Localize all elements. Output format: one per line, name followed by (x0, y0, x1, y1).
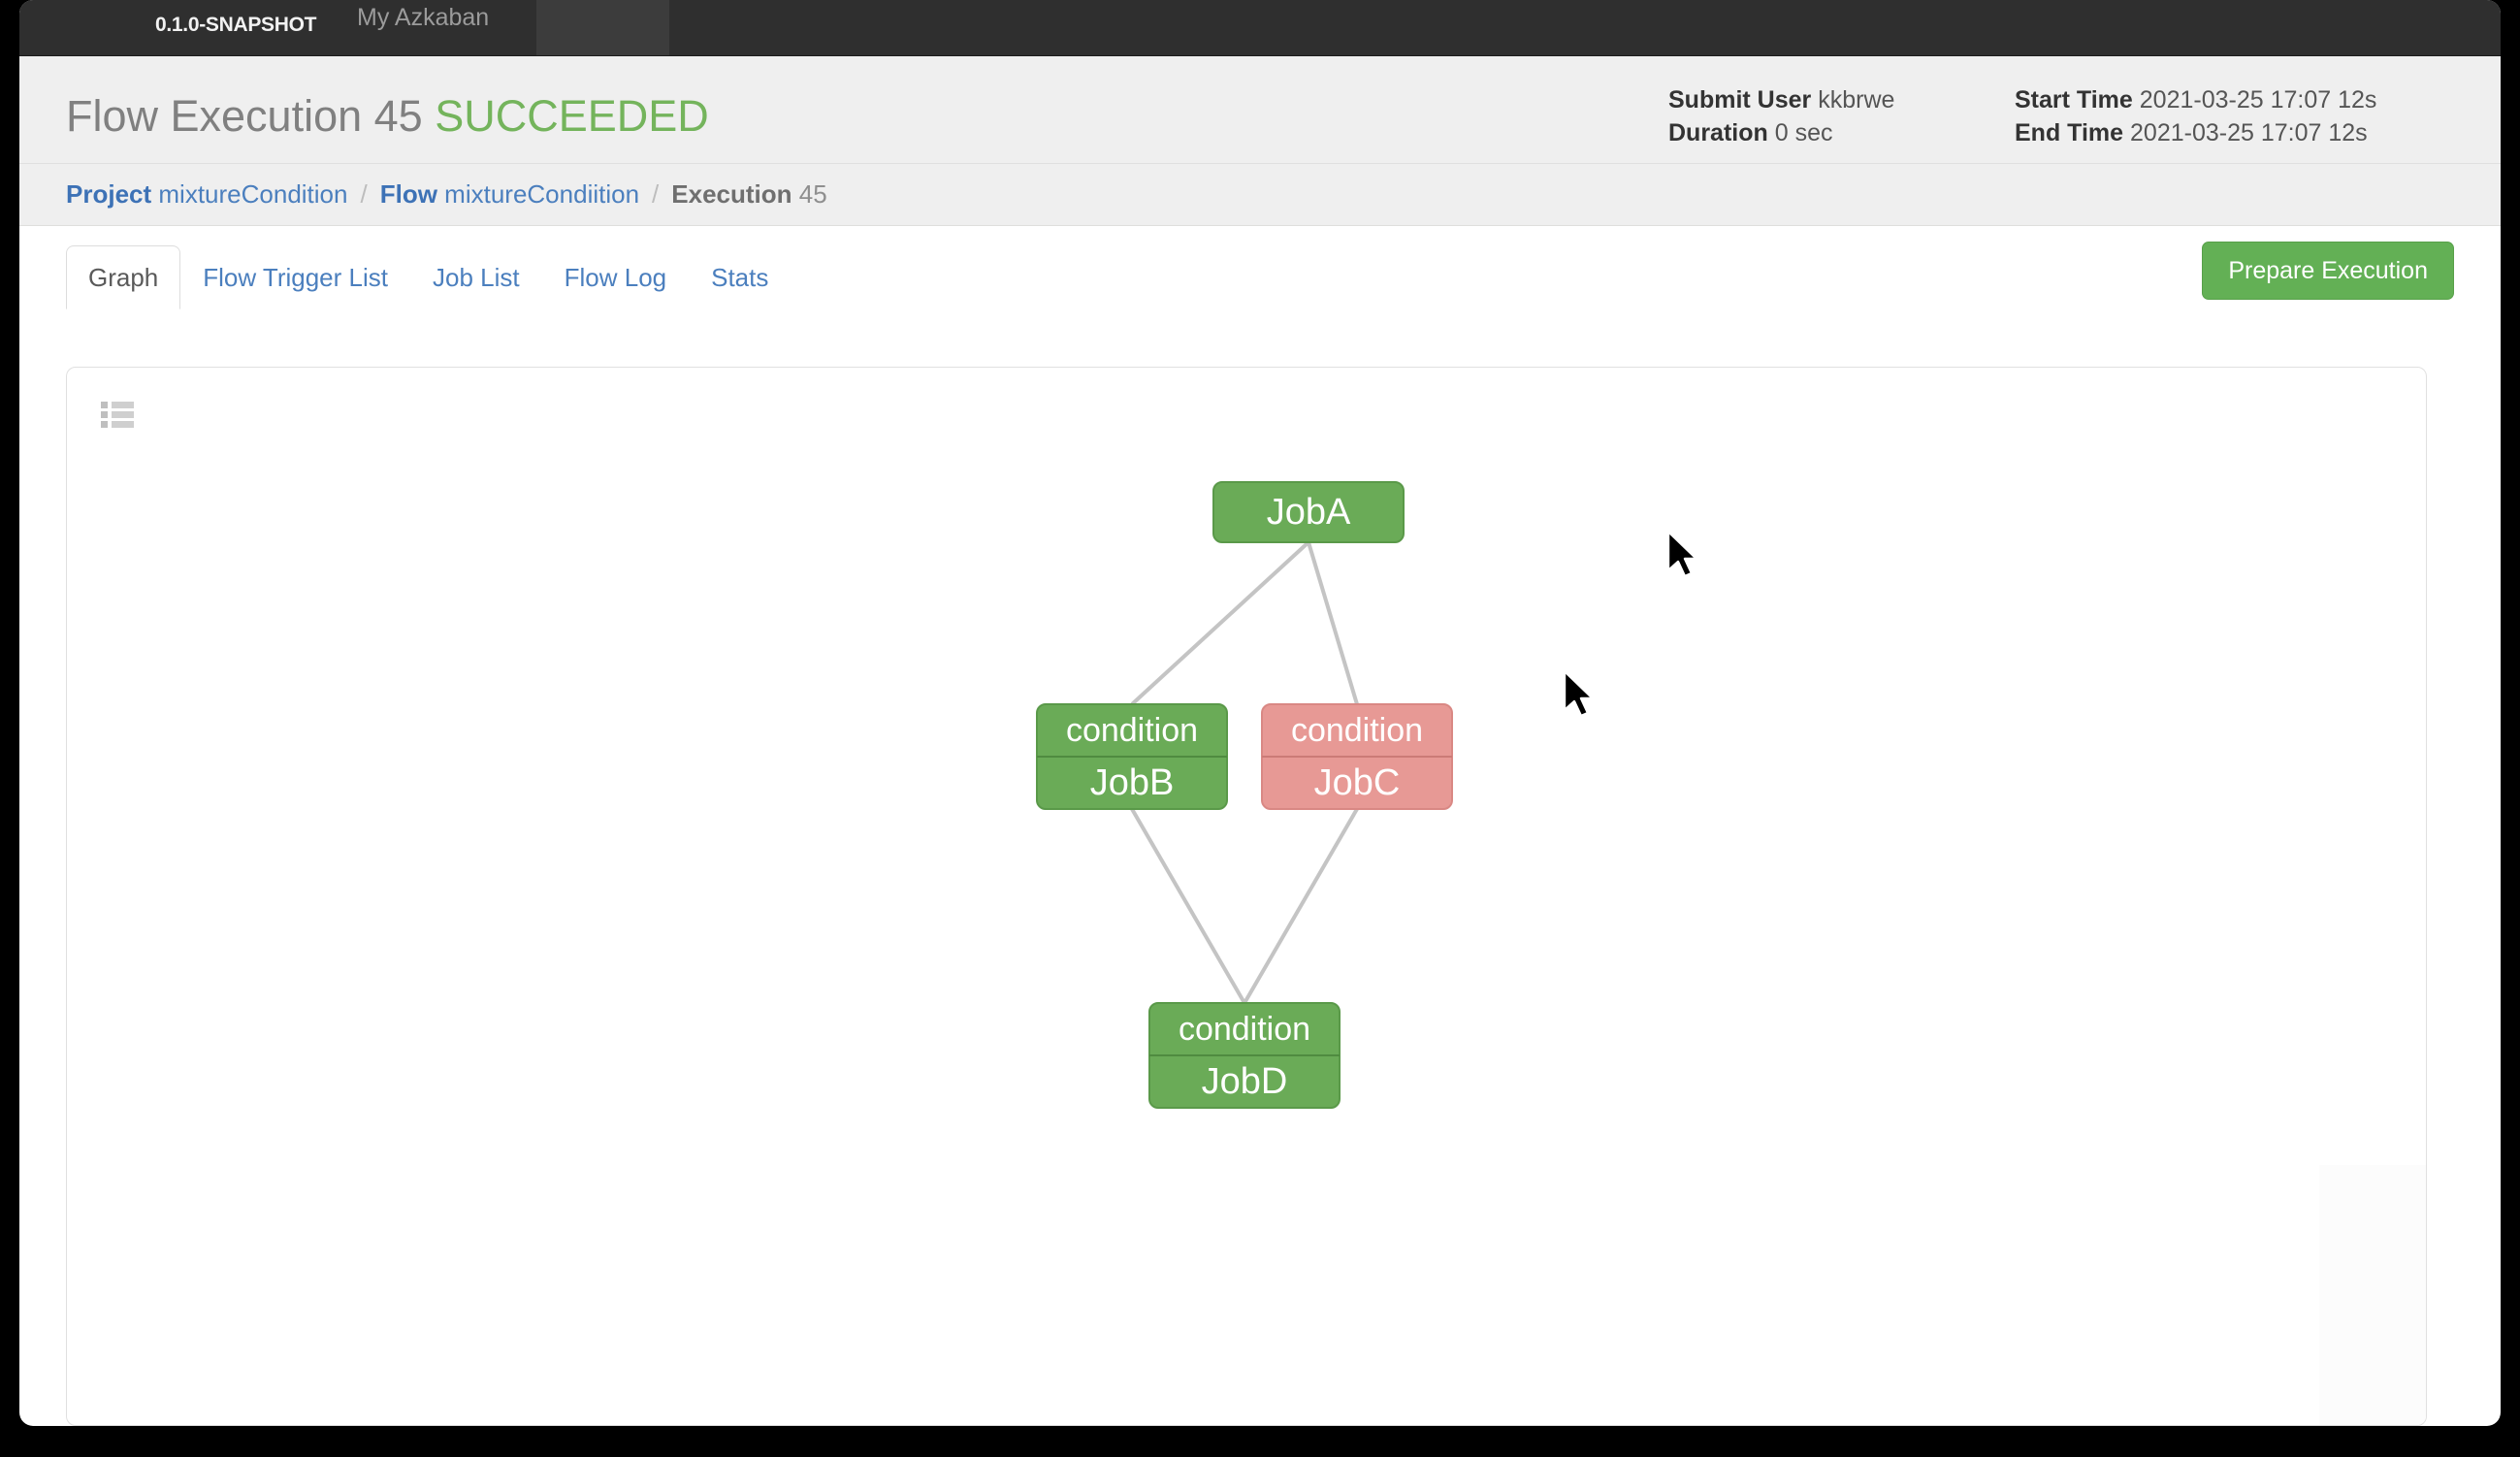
screen-frame: 0.1.0-SNAPSHOT My Azkaban Flow Execution… (0, 0, 2520, 1457)
breadcrumb-execution-label: Execution (671, 179, 792, 209)
graph-node-joba[interactable]: JobA (1212, 481, 1405, 543)
duration-value: 0 sec (1774, 119, 1833, 146)
navbar-brand-link[interactable]: My Azkaban (357, 4, 489, 32)
graph-node-joba-label: JobA (1267, 492, 1351, 533)
tab-job-list-label: Job List (433, 262, 520, 292)
submit-user-value: kkbrwe (1818, 86, 1895, 113)
graph-node-jobb[interactable]: condition JobB (1036, 703, 1228, 810)
edge-joba-jobc (1307, 541, 1359, 705)
graph-node-jobd[interactable]: condition JobD (1148, 1002, 1341, 1109)
duration-label: Duration (1668, 119, 1768, 146)
tab-flow-log-label: Flow Log (564, 262, 667, 292)
tab-list: Graph Flow Trigger List Job List Flow Lo… (66, 245, 791, 309)
breadcrumb-project-label: Project (66, 179, 152, 209)
start-time-label: Start Time (2015, 86, 2133, 113)
duration-row: Duration 0 sec (1668, 116, 1894, 149)
tab-flow-trigger-list[interactable]: Flow Trigger List (180, 245, 410, 309)
graph-node-jobc[interactable]: condition JobC (1261, 703, 1453, 810)
tab-graph[interactable]: Graph (66, 245, 181, 309)
tab-job-list[interactable]: Job List (410, 245, 542, 309)
end-time-label: End Time (2015, 119, 2124, 146)
execution-meta-right: Start Time 2021-03-25 17:07 12s End Time… (2015, 83, 2376, 149)
status-badge: SUCCEEDED (435, 91, 709, 141)
flow-dag-svg: JobA condition JobB condition JobC condi… (1036, 481, 1453, 1109)
page-title-execid: 45 (373, 91, 423, 141)
breadcrumb-bar: Project mixtureCondition / Flow mixtureCon… (19, 164, 2501, 226)
execution-meta-left: Submit User kkbrwe Duration 0 sec (1668, 83, 1894, 149)
prepare-execution-button[interactable]: Prepare Execution (2202, 242, 2454, 300)
prepare-execution-label: Prepare Execution (2228, 256, 2428, 284)
end-time-row: End Time 2021-03-25 17:07 12s (2015, 116, 2376, 149)
start-time-row: Start Time 2021-03-25 17:07 12s (2015, 83, 2376, 116)
submit-user-row: Submit User kkbrwe (1668, 83, 1894, 116)
breadcrumb-separator-2: / (652, 179, 660, 209)
navbar-active-item[interactable] (536, 0, 669, 55)
graph-node-jobb-label: JobB (1090, 762, 1175, 803)
navbar-version-label: 0.1.0-SNAPSHOT (155, 14, 317, 36)
execution-header: Flow Execution 45 SUCCEEDED Submit User … (19, 56, 2501, 164)
breadcrumb-flow-label: Flow (379, 179, 437, 209)
start-time-value: 2021-03-25 17:07 12s (2139, 86, 2377, 113)
render-artifact (2319, 1165, 2426, 1425)
breadcrumb-execution-current: Execution 45 (671, 179, 826, 209)
breadcrumb-project-name: mixtureCondition (158, 179, 348, 209)
browser-viewport: 0.1.0-SNAPSHOT My Azkaban Flow Execution… (19, 0, 2501, 1426)
tab-flow-log[interactable]: Flow Log (542, 245, 690, 309)
submit-user-label: Submit User (1668, 86, 1812, 113)
graph-node-jobc-condition-label: condition (1291, 712, 1423, 749)
breadcrumb-execution-value: 45 (798, 179, 827, 209)
edge-jobc-jobd (1243, 807, 1359, 1005)
tab-graph-label: Graph (88, 262, 159, 292)
top-navbar: 0.1.0-SNAPSHOT My Azkaban (19, 0, 2501, 56)
page-title-prefix: Flow Execution (66, 91, 363, 141)
graph-node-jobd-label: JobD (1202, 1061, 1288, 1102)
page-title: Flow Execution 45 SUCCEEDED (66, 91, 709, 142)
edge-jobb-jobd (1130, 807, 1246, 1005)
edge-joba-jobb (1130, 540, 1310, 706)
breadcrumb-separator-1: / (360, 179, 368, 209)
graph-node-jobd-condition-label: condition (1179, 1011, 1310, 1048)
graph-node-jobb-condition-label: condition (1066, 712, 1198, 749)
breadcrumb-project-link[interactable]: Project mixtureCondition (66, 179, 347, 209)
breadcrumb: Project mixtureCondition / Flow mixtureCon… (66, 179, 827, 210)
breadcrumb-flow-link[interactable]: Flow mixtureCondiition (380, 179, 639, 209)
graph-node-jobc-label: JobC (1314, 762, 1401, 803)
end-time-value: 2021-03-25 17:07 12s (2130, 119, 2368, 146)
graph-panel: JobA condition JobB condition JobC condi… (66, 367, 2427, 1426)
breadcrumb-flow-name: mixtureCondiition (444, 179, 640, 209)
tab-flow-trigger-list-label: Flow Trigger List (203, 262, 388, 292)
tabs-row: Graph Flow Trigger List Job List Flow Lo… (19, 226, 2501, 333)
tab-stats[interactable]: Stats (689, 245, 791, 309)
tab-stats-label: Stats (711, 262, 769, 292)
